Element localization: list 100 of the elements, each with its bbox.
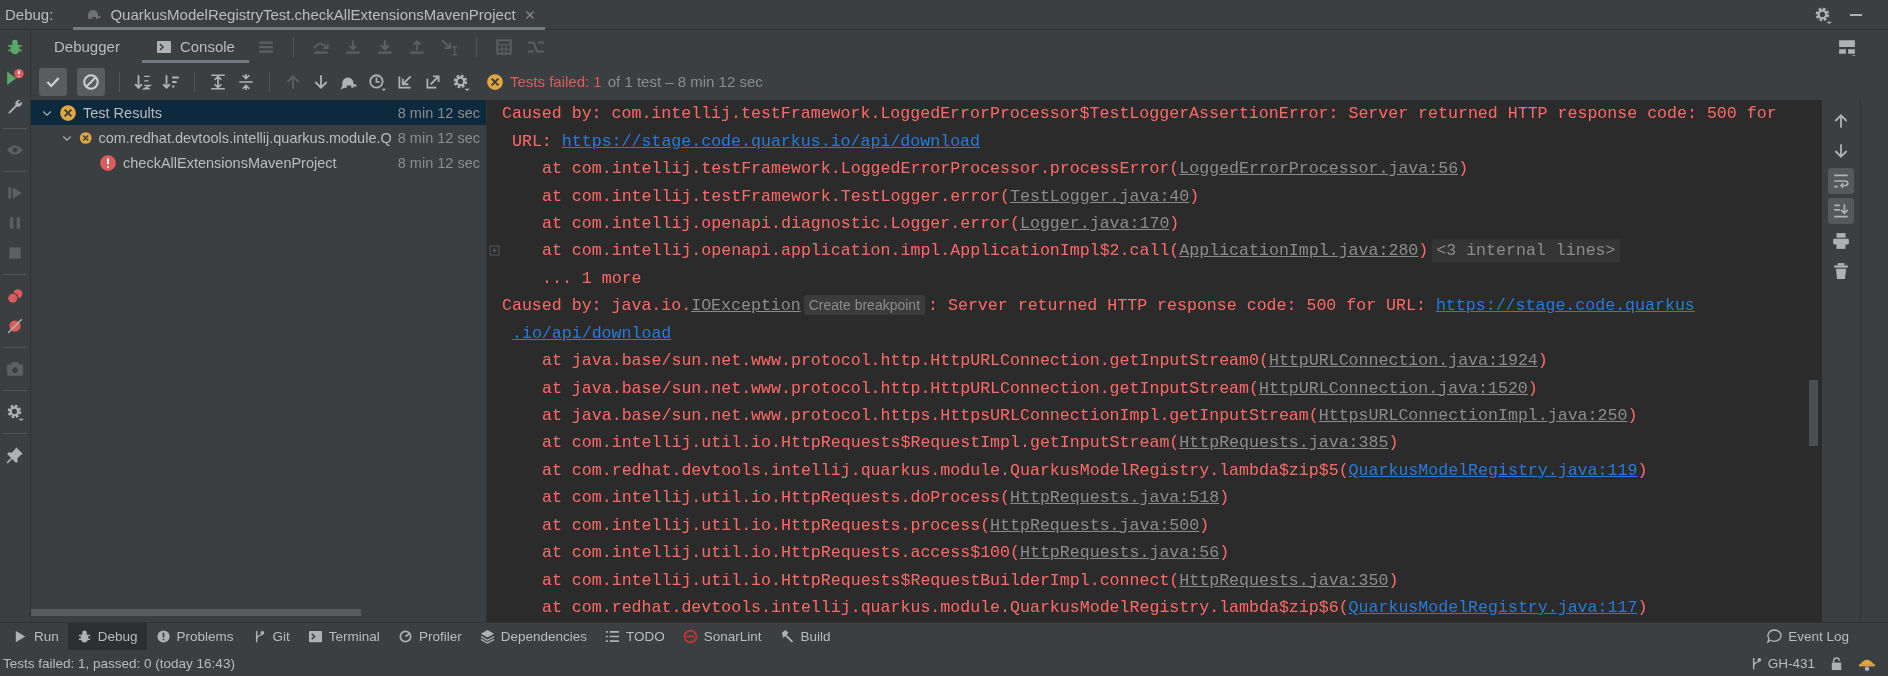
test-name: com.redhat.devtools.intellij.quarkus.module.Q (98, 129, 392, 146)
next-icon[interactable] (312, 72, 330, 91)
wrench-icon[interactable] (6, 98, 24, 116)
lock-icon[interactable] (1829, 655, 1844, 671)
url-link[interactable]: .io/api/download (512, 323, 672, 343)
url-link[interactable]: QuarkusModelRegistry.java:119 (1348, 460, 1638, 480)
stack-trace-line: at com.intellij.openapi.diagnostic.Logger.error(Logger.java:170) (541, 213, 1180, 233)
mute-breakpoints-icon[interactable] (6, 317, 24, 335)
expand-all-icon[interactable] (209, 72, 227, 91)
stack-trace-line: at com.intellij.util.io.HttpRequests.access$100(HttpRequests.java:56) (541, 543, 1230, 563)
print-icon (1832, 232, 1850, 250)
history-icon[interactable] (368, 72, 386, 91)
settings-icon[interactable] (452, 72, 470, 91)
scroll-to-end-icon (1832, 202, 1850, 220)
collapse-all-icon[interactable] (237, 72, 255, 91)
stack-trace-line: URL: https://stage.code.quarkus.io/api/download (511, 131, 981, 151)
sort-alphabetically-icon[interactable] (134, 72, 152, 91)
stack-trace-line: at com.intellij.testFramework.TestLogger.error(TestLogger.java:40) (541, 186, 1200, 206)
profiler-icon (397, 629, 413, 644)
tool-window-button[interactable]: Terminal (298, 623, 389, 650)
test-duration: 8 min 12 sec (397, 104, 480, 121)
layout-icon[interactable] (1837, 37, 1857, 56)
stack-trace-line: ... 1 more (541, 268, 642, 288)
source-link[interactable]: ApplicationImpl.java:280 (1179, 241, 1419, 261)
soft-wrap-button[interactable] (1828, 168, 1854, 194)
settings-icon[interactable] (1814, 5, 1832, 24)
no-entry-icon (682, 629, 698, 644)
hammer-icon (779, 629, 795, 644)
tool-window-button[interactable]: Debug (67, 623, 147, 650)
scrollbar-thumb[interactable] (31, 609, 361, 616)
url-link[interactable]: https://stage.code.quarkus.io/api/download (561, 131, 981, 151)
tool-window-button[interactable]: SonarLint (673, 623, 771, 650)
source-link[interactable]: HttpURLConnection.java:1520 (1258, 378, 1528, 398)
tool-window-button[interactable]: Build (770, 623, 840, 650)
test-tree-row[interactable]: com.redhat.devtools.intellij.quarkus.module.Q 8 min 12 sec (31, 125, 486, 150)
tool-window-button[interactable]: Dependencies (470, 623, 596, 650)
source-link[interactable]: LoggedErrorProcessor.java:56 (1179, 159, 1459, 179)
source-link[interactable]: TestLogger.java:40 (1010, 186, 1190, 206)
panel-tab[interactable]: Console (141, 30, 249, 63)
tool-window-button[interactable]: TODO (595, 623, 674, 650)
tool-window-button[interactable]: Problems (146, 623, 243, 650)
source-link[interactable]: HttpRequests.java:56 (1020, 543, 1220, 563)
tool-window-button[interactable]: Run (4, 623, 68, 650)
git-branch-widget[interactable]: GH-431 (1748, 655, 1815, 671)
tool-window-button[interactable]: Profiler (388, 623, 471, 650)
source-link[interactable]: HttpRequests.java:500 (990, 515, 1200, 535)
test-tree-row[interactable]: Test Results 8 min 12 sec (31, 100, 486, 125)
show-passed-toggle[interactable] (39, 67, 67, 96)
speech-bubble-icon (1767, 629, 1783, 644)
console-icon (155, 38, 172, 55)
source-link[interactable]: HttpRequests.java:518 (1010, 488, 1220, 508)
source-link[interactable]: HttpURLConnection.java:1924 (1268, 351, 1538, 371)
scroll-up-icon (1832, 112, 1850, 130)
test-duration: 8 min 12 sec (397, 154, 480, 171)
status-message: Tests failed: 1, passed: 0 (today 16:43) (3, 655, 235, 671)
source-link[interactable]: HttpsURLConnectionImpl.java:250 (1318, 406, 1628, 426)
run-icon (13, 629, 28, 644)
panel-label: Debug: (5, 6, 54, 23)
problems-icon (155, 629, 171, 644)
panel-tab[interactable]: Debugger (40, 30, 134, 63)
folded-lines[interactable]: <3 internal lines> (1432, 239, 1620, 263)
test-summary: of 1 test – 8 min 12 sec (607, 73, 763, 90)
sort-by-duration-icon[interactable] (162, 72, 180, 91)
rerun-icon[interactable] (6, 68, 24, 86)
show-ignored-icon (82, 72, 100, 91)
source-link[interactable]: Logger.java:170 (1020, 213, 1170, 233)
event-log-button[interactable]: Event Log (1758, 623, 1858, 650)
export-icon[interactable] (424, 72, 442, 91)
layers-icon (479, 629, 495, 644)
stack-trace-line: at com.intellij.testFramework.LoggedErrorProcessor.processError(LoggedErrorProcessor.java:56) (541, 159, 1469, 179)
pin-icon[interactable] (6, 446, 24, 464)
stack-trace-line: at com.intellij.openapi.application.impl.ApplicationImpl$2.call(ApplicationImpl.java:280) <3 internal lines> (502, 241, 1620, 261)
test-name: checkAllExtensionsMavenProject (123, 154, 337, 171)
scrollbar-thumb[interactable] (1809, 380, 1818, 446)
show-ignored-toggle[interactable] (77, 67, 105, 96)
source-link[interactable]: HttpRequests.java:385 (1179, 433, 1389, 453)
stack-trace-line: at com.intellij.util.io.HttpRequests$RequestBuilderImpl.connect(HttpRequests.java:350) (541, 570, 1399, 590)
soft-wrap-icon (1832, 172, 1850, 190)
debug-session-tab[interactable]: QuarkusModelRegistryTest.checkAllExtensionsMavenProject (73, 0, 545, 30)
scroll-down-icon (1832, 142, 1850, 160)
stack-trace-line: at com.intellij.util.io.HttpRequests.process(HttpRequests.java:500) (541, 515, 1210, 535)
bug-icon[interactable] (6, 38, 24, 56)
url-link[interactable]: https://stage.code.quarkus (1435, 296, 1695, 316)
source-link[interactable]: IOException (691, 296, 801, 316)
terminal-icon (307, 629, 323, 644)
url-link[interactable]: QuarkusModelRegistry.java:117 (1348, 598, 1638, 618)
failed-status-icon (486, 72, 504, 91)
test-tree-row[interactable]: checkAllExtensionsMavenProject 8 min 12 sec (31, 150, 486, 175)
breakpoints-icon[interactable] (6, 287, 24, 305)
stack-trace-line: at java.base/sun.net.www.protocol.http.HttpURLConnection.getInputStream0(HttpURLConnection.java:1924) (541, 351, 1548, 371)
test-name: Test Results (83, 104, 162, 121)
test-duration: 8 min 12 sec (397, 129, 480, 146)
create-breakpoint-hint[interactable]: Create breakpoint (803, 295, 926, 316)
error-icon (99, 153, 117, 172)
failed-count: Tests failed: 1 (510, 73, 602, 90)
source-link[interactable]: HttpRequests.java:350 (1179, 570, 1389, 590)
scroll-to-end-button[interactable] (1828, 198, 1854, 224)
settings-icon[interactable] (6, 403, 24, 421)
tool-window-button[interactable]: Git (242, 623, 299, 650)
stack-trace-line: at com.intellij.util.io.HttpRequests$RequestImpl.getInputStream(HttpRequests.java:385) (541, 433, 1399, 453)
